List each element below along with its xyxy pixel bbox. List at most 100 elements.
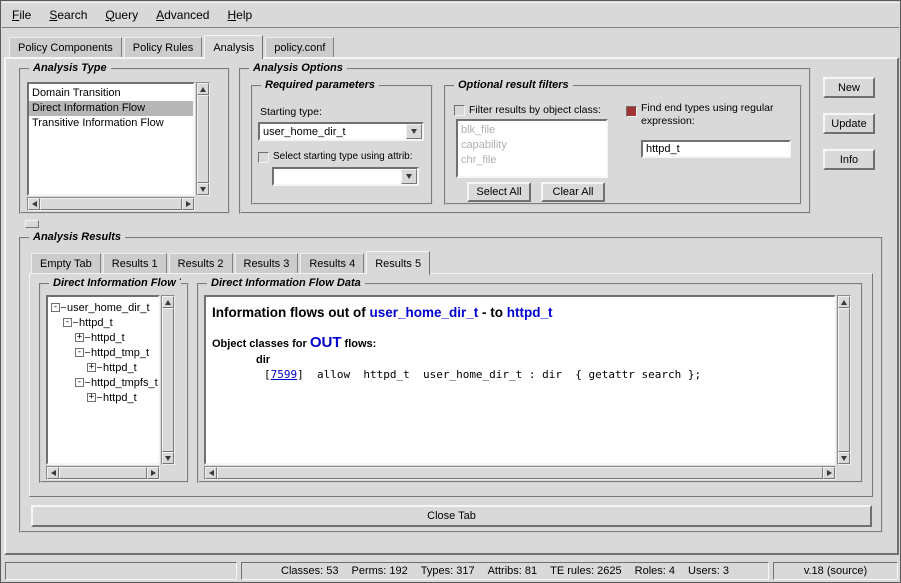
tree-node-label[interactable]: httpd_t: [103, 362, 137, 374]
tree-branch-line: [97, 397, 102, 398]
info-button[interactable]: Info: [823, 149, 875, 170]
scroll-up-button[interactable]: [838, 296, 850, 308]
scroll-left-button[interactable]: [47, 467, 59, 479]
flow-tree[interactable]: -user_home_dir_t -httpd_t +httpd_t -http…: [46, 295, 160, 465]
close-tab-button[interactable]: Close Tab: [31, 505, 872, 527]
flow-tree-title: Direct Information Flow T: [49, 277, 181, 289]
starting-type-value[interactable]: user_home_dir_t: [263, 124, 404, 139]
pane-resize-handle[interactable]: [25, 220, 39, 228]
tree-expander-icon[interactable]: -: [75, 348, 84, 357]
rule-number-link[interactable]: 7599: [271, 368, 298, 381]
select-all-button[interactable]: Select All: [467, 182, 531, 202]
menu-search[interactable]: Search: [49, 8, 87, 22]
tree-branch-line: [73, 322, 78, 323]
status-classes: Classes: 53: [281, 565, 338, 577]
data-vertical-scrollbar[interactable]: [837, 295, 851, 465]
tab-results-3[interactable]: Results 3: [235, 253, 299, 273]
tree-expander-icon[interactable]: +: [87, 393, 96, 402]
list-item-domain-transition[interactable]: Domain Transition: [29, 86, 193, 101]
tree-expander-icon[interactable]: -: [63, 318, 72, 327]
tree-expander-icon[interactable]: +: [87, 363, 96, 372]
object-class-listbox: blk_file capability chr_file: [456, 119, 608, 178]
classes-line-suffix: flows:: [342, 338, 377, 350]
status-types: Types: 317: [421, 565, 475, 577]
arrow-down-icon: [841, 456, 847, 461]
data-horizontal-scrollbar[interactable]: [204, 466, 836, 480]
analysis-type-vertical-scrollbar[interactable]: [196, 82, 210, 196]
arrow-left-icon: [51, 470, 56, 476]
tree-node-label[interactable]: httpd_tmp_t: [91, 347, 149, 359]
status-users: Users: 3: [688, 565, 729, 577]
starting-type-combobox[interactable]: user_home_dir_t: [258, 122, 424, 141]
tab-analysis[interactable]: Analysis: [204, 35, 263, 59]
menu-help-underline: H: [227, 8, 236, 22]
tree-node-label[interactable]: user_home_dir_t: [67, 302, 150, 314]
scrollbar-thumb[interactable]: [217, 467, 823, 479]
status-stats-segment: Classes: 53 Perms: 192 Types: 317 Attrib…: [241, 562, 769, 580]
scroll-down-button[interactable]: [838, 452, 850, 464]
list-item-transitive-information-flow[interactable]: Transitive Information Flow: [29, 116, 193, 131]
tree-node-label[interactable]: httpd_t: [91, 332, 125, 344]
scrollbar-thumb[interactable]: [197, 95, 209, 183]
dropdown-button[interactable]: [406, 124, 422, 139]
object-class-item: blk_file: [458, 123, 606, 138]
menu-bar: File Search Query Advanced Help: [2, 2, 899, 28]
tab-policy-rules[interactable]: Policy Rules: [124, 37, 203, 57]
scroll-right-button[interactable]: [147, 467, 159, 479]
object-classes-line: Object classes for OUT flows:: [212, 334, 828, 351]
clear-all-button[interactable]: Clear All: [541, 182, 605, 202]
tree-expander-icon[interactable]: +: [75, 333, 84, 342]
analysis-type-listbox[interactable]: Domain Transition Direct Information Flo…: [27, 82, 195, 196]
scroll-down-button[interactable]: [162, 452, 174, 464]
tab-results-4[interactable]: Results 4: [300, 253, 364, 273]
scrollbar-thumb[interactable]: [162, 308, 174, 452]
tree-horizontal-scrollbar[interactable]: [46, 466, 160, 480]
scrollbar-thumb[interactable]: [40, 198, 182, 210]
tree-node-label[interactable]: httpd_t: [79, 317, 113, 329]
scroll-right-button[interactable]: [182, 198, 194, 210]
menu-advanced-underline: A: [156, 8, 164, 22]
tree-branch-line: [85, 337, 90, 338]
scroll-right-button[interactable]: [823, 467, 835, 479]
scrollbar-thumb[interactable]: [838, 308, 850, 452]
flow-target-type: httpd_t: [507, 305, 553, 320]
menu-file[interactable]: File: [12, 8, 31, 22]
scroll-left-button[interactable]: [28, 198, 40, 210]
tab-policy-components[interactable]: Policy Components: [9, 37, 122, 57]
tree-expander-icon[interactable]: -: [51, 303, 60, 312]
new-button[interactable]: New: [823, 77, 875, 98]
attrib-checkbox[interactable]: [258, 152, 269, 163]
scroll-left-button[interactable]: [205, 467, 217, 479]
arrow-right-icon: [827, 470, 832, 476]
tab-results-2[interactable]: Results 2: [169, 253, 233, 273]
scroll-up-button[interactable]: [197, 83, 209, 95]
tab-results-5[interactable]: Results 5: [366, 251, 430, 275]
menu-advanced[interactable]: Advanced: [156, 8, 209, 22]
filter-by-class-checkbox[interactable]: [454, 105, 465, 116]
tree-node-label[interactable]: httpd_t: [103, 392, 137, 404]
object-class-name: dir: [256, 354, 828, 366]
tab-empty-tab[interactable]: Empty Tab: [31, 253, 101, 273]
scroll-up-button[interactable]: [162, 296, 174, 308]
status-left-segment: [5, 562, 237, 580]
menu-help[interactable]: Help: [227, 8, 252, 22]
apol-window: File Search Query Advanced Help Policy C…: [0, 0, 901, 583]
scroll-down-button[interactable]: [197, 183, 209, 195]
menu-help-label: elp: [236, 8, 252, 22]
scrollbar-thumb[interactable]: [59, 467, 147, 479]
tree-node-label[interactable]: httpd_tmpfs_t: [91, 377, 158, 389]
regex-input[interactable]: [641, 140, 791, 158]
classes-line-prefix: Object classes for: [212, 338, 310, 350]
list-item-direct-information-flow[interactable]: Direct Information Flow: [29, 101, 193, 116]
tab-results-1[interactable]: Results 1: [103, 253, 167, 273]
tree-expander-icon[interactable]: -: [75, 378, 84, 387]
update-button[interactable]: Update: [823, 113, 875, 134]
flow-data-textarea[interactable]: Information flows out of user_home_dir_t…: [204, 295, 836, 465]
required-parameters-groupbox: Required parameters: [251, 85, 433, 205]
menu-query[interactable]: Query: [105, 8, 138, 22]
status-attribs: Attribs: 81: [488, 565, 538, 577]
tab-policy-conf[interactable]: policy.conf: [265, 37, 334, 57]
tree-vertical-scrollbar[interactable]: [161, 295, 175, 465]
regex-checkbox[interactable]: [626, 106, 637, 117]
analysis-type-horizontal-scrollbar[interactable]: [27, 197, 195, 211]
